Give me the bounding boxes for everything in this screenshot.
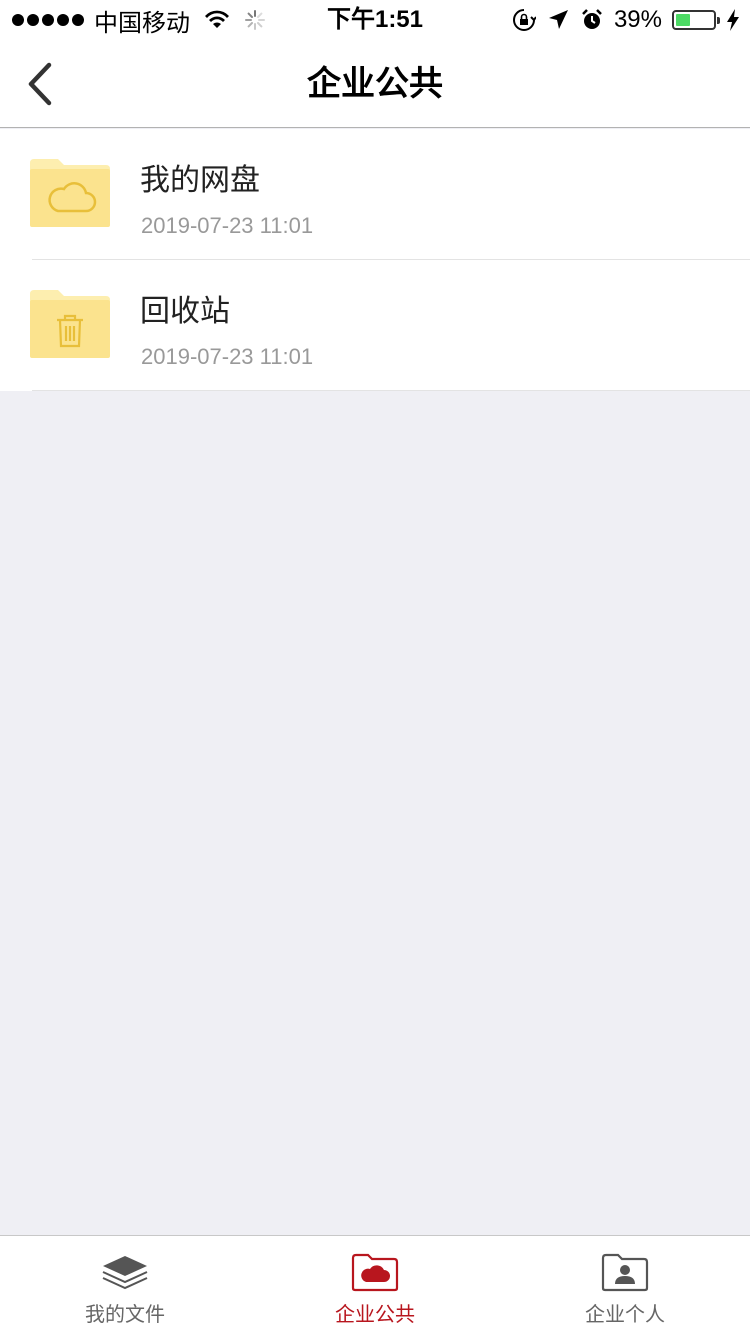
list-item-recycle-bin[interactable]: 回收站 2019-07-23 11:01 — [0, 260, 750, 391]
row-divider — [32, 390, 750, 391]
cloud-folder-icon — [351, 1253, 399, 1292]
charging-bolt-icon — [727, 9, 739, 31]
tab-enterprise-personal[interactable]: 企业个人 — [500, 1236, 750, 1334]
file-list: 我的网盘 2019-07-23 11:01 回收站 2019-07-23 11:… — [0, 129, 750, 391]
battery-icon — [672, 10, 720, 30]
chevron-left-icon — [28, 62, 52, 106]
battery-percent: 39% — [613, 6, 662, 33]
page-title: 企业公共 — [307, 65, 443, 103]
loading-spinner-icon — [245, 10, 265, 30]
tab-label: 我的文件 — [85, 1304, 165, 1326]
battery-level — [676, 14, 690, 26]
rotation-lock-icon — [512, 9, 536, 31]
status-left: 中国移动 — [12, 0, 266, 40]
tab-my-files[interactable]: 我的文件 — [0, 1236, 250, 1334]
back-button[interactable] — [18, 60, 62, 108]
file-name: 回收站 — [140, 295, 230, 328]
status-bar: 中国移动 下午1:51 39% — [0, 0, 750, 40]
file-date: 2019-07-23 11:01 — [141, 344, 314, 369]
person-folder-icon — [601, 1253, 649, 1292]
file-date: 2019-07-23 11:01 — [141, 213, 314, 238]
signal-strength-icon — [12, 14, 84, 26]
trash-folder-icon — [30, 290, 110, 358]
tab-enterprise-public[interactable]: 企业公共 — [250, 1236, 500, 1334]
tab-label: 企业个人 — [585, 1304, 665, 1326]
tab-label: 企业公共 — [335, 1304, 415, 1326]
wifi-icon — [205, 10, 229, 28]
list-item-my-netdisk[interactable]: 我的网盘 2019-07-23 11:01 — [0, 129, 750, 260]
location-arrow-icon — [548, 10, 568, 29]
tab-bar: 我的文件 企业公共 企业个人 — [0, 1235, 750, 1334]
file-name: 我的网盘 — [140, 164, 260, 197]
status-right: 39% — [512, 0, 740, 40]
alarm-clock-icon — [582, 9, 602, 29]
layers-icon — [102, 1256, 148, 1290]
cloud-folder-icon — [30, 159, 110, 227]
navigation-bar: 企业公共 — [0, 40, 750, 128]
carrier-name: 中国移动 — [94, 9, 190, 37]
